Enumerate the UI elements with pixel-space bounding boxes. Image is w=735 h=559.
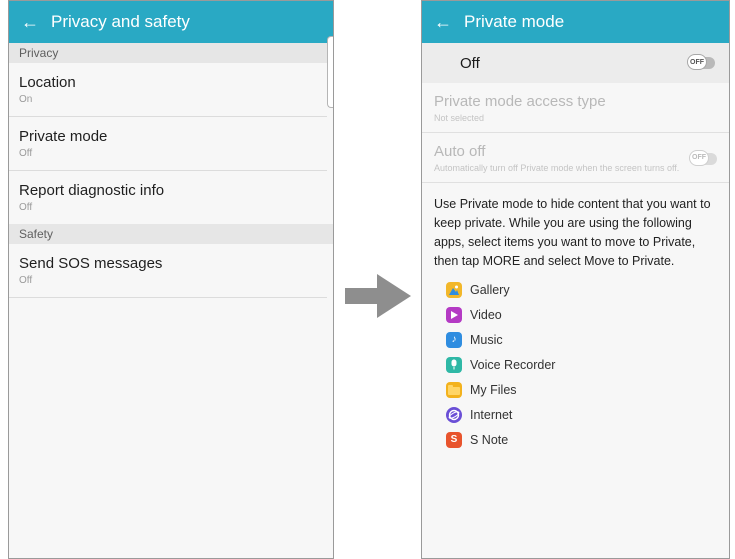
setting-value: Off bbox=[19, 202, 33, 213]
setting-title: Report diagnostic info bbox=[19, 182, 165, 199]
app-bar: ← Privacy and safety bbox=[9, 1, 333, 43]
app-gallery: Gallery bbox=[446, 277, 729, 302]
setting-value: Not selected bbox=[434, 113, 485, 123]
section-header-safety: Safety bbox=[9, 224, 333, 244]
app-s-note: S S Note bbox=[446, 427, 729, 452]
setting-title: Private mode bbox=[19, 128, 108, 145]
app-voice-recorder: Voice Recorder bbox=[446, 352, 729, 377]
app-my-files: My Files bbox=[446, 377, 729, 402]
my-files-icon bbox=[446, 381, 462, 398]
app-label: My Files bbox=[470, 382, 517, 397]
private-mode-access-type[interactable]: Private mode access type Not selected bbox=[422, 83, 729, 133]
scrollbar[interactable] bbox=[327, 36, 333, 108]
private-mode-toggle[interactable]: OFF bbox=[687, 54, 715, 70]
back-arrow-icon[interactable]: ← bbox=[434, 12, 452, 33]
app-label: Music bbox=[470, 332, 503, 347]
app-bar: ← Private mode bbox=[422, 1, 729, 43]
privacy-and-safety-screen: ← Privacy and safety Privacy Location On… bbox=[8, 0, 334, 559]
gallery-icon bbox=[446, 281, 462, 298]
app-label: Video bbox=[470, 307, 502, 322]
music-icon: ♪ bbox=[446, 331, 462, 348]
private-mode-master-switch-row[interactable]: Off OFF bbox=[422, 43, 729, 83]
app-music: ♪ Music bbox=[446, 327, 729, 352]
setting-value: On bbox=[19, 94, 33, 105]
app-label: Gallery bbox=[470, 282, 510, 297]
app-internet: Internet bbox=[446, 402, 729, 427]
app-label: Internet bbox=[470, 407, 513, 422]
setting-location[interactable]: Location On bbox=[9, 63, 327, 117]
setting-title: Private mode access type bbox=[434, 93, 606, 110]
private-mode-description: Use Private mode to hide content that yo… bbox=[434, 197, 711, 268]
auto-off-toggle[interactable]: OFF bbox=[689, 149, 717, 166]
setting-send-sos-messages[interactable]: Send SOS messages Off bbox=[9, 244, 327, 298]
toggle-knob: OFF bbox=[687, 54, 707, 70]
setting-description: Automatically turn off Private mode when… bbox=[434, 163, 680, 173]
screen-title: Privacy and safety bbox=[51, 12, 190, 31]
setting-title: Auto off bbox=[434, 143, 486, 160]
screen-title: Private mode bbox=[464, 12, 565, 31]
right-arrow-icon bbox=[345, 274, 411, 318]
supported-apps-list: Gallery Video ♪ Music Voice Recorder My … bbox=[422, 277, 729, 452]
setting-value: Off bbox=[19, 275, 33, 286]
setting-title: Location bbox=[19, 74, 76, 91]
setting-title: Send SOS messages bbox=[19, 255, 163, 272]
auto-off-setting[interactable]: Auto off Automatically turn off Private … bbox=[422, 133, 729, 183]
setting-report-diagnostic-info[interactable]: Report diagnostic info Off bbox=[9, 171, 327, 224]
internet-icon bbox=[446, 406, 462, 423]
master-switch-label: Off bbox=[460, 54, 480, 72]
toggle-knob: OFF bbox=[689, 149, 709, 166]
setting-private-mode[interactable]: Private mode Off bbox=[9, 117, 327, 171]
app-video: Video bbox=[446, 302, 729, 327]
section-header-privacy: Privacy bbox=[9, 43, 333, 63]
app-label: Voice Recorder bbox=[470, 357, 556, 372]
video-icon bbox=[446, 306, 462, 323]
voice-recorder-icon bbox=[446, 356, 462, 373]
back-arrow-icon[interactable]: ← bbox=[21, 12, 39, 33]
setting-value: Off bbox=[19, 148, 33, 159]
app-label: S Note bbox=[470, 432, 509, 447]
s-note-icon: S bbox=[446, 431, 462, 448]
private-mode-screen: ← Private mode Off OFF Private mode acce… bbox=[421, 0, 730, 559]
